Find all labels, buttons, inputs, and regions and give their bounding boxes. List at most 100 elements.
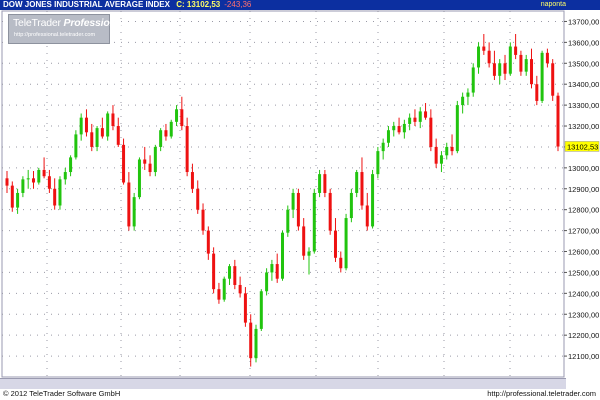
candle-body bbox=[487, 50, 491, 64]
candle-body bbox=[84, 117, 88, 133]
y-tick-label: 13600,00 bbox=[568, 38, 599, 47]
candle-body bbox=[5, 178, 9, 186]
last-price-label: 13102,53 bbox=[567, 142, 598, 151]
candle-body bbox=[535, 84, 539, 101]
candle-body bbox=[296, 192, 300, 227]
candle-body bbox=[164, 130, 168, 137]
candle-body bbox=[281, 232, 284, 279]
candle-body bbox=[545, 52, 549, 64]
candle-body bbox=[498, 63, 502, 76]
candle-body bbox=[386, 130, 390, 143]
candle-body bbox=[127, 182, 131, 227]
candle-body bbox=[355, 172, 359, 193]
candle-body bbox=[402, 123, 406, 133]
candle-body bbox=[360, 172, 364, 206]
candle-body bbox=[519, 54, 523, 72]
candle-body bbox=[69, 157, 73, 173]
candle-body bbox=[312, 192, 316, 252]
candle-body bbox=[344, 218, 348, 269]
candle-body bbox=[328, 192, 332, 231]
candle-body bbox=[243, 293, 247, 323]
candle-body bbox=[222, 278, 226, 300]
candle-body bbox=[275, 264, 279, 279]
candle-body bbox=[217, 289, 221, 300]
candle-body bbox=[514, 46, 518, 55]
candle-body bbox=[503, 63, 507, 74]
candle-body bbox=[238, 284, 242, 294]
candle-body bbox=[339, 257, 343, 269]
candle-body bbox=[233, 266, 237, 285]
candle-body bbox=[169, 121, 173, 137]
candle-body bbox=[477, 46, 481, 68]
candle-body bbox=[455, 105, 459, 152]
candle-body bbox=[471, 67, 475, 93]
y-tick-label: 12100,00 bbox=[568, 352, 599, 361]
candle-body bbox=[429, 117, 433, 147]
y-tick-label: 12800,00 bbox=[568, 206, 599, 215]
candle-body bbox=[53, 188, 57, 206]
y-tick-label: 12400,00 bbox=[568, 289, 599, 298]
y-tick-label: 12300,00 bbox=[568, 310, 599, 319]
candlestick-chart: 12100,00 12200,00 12300,00 12400,00 12500,00… bbox=[1, 10, 599, 388]
candle-body bbox=[307, 251, 311, 256]
candle-body bbox=[365, 205, 369, 227]
candle-body bbox=[508, 46, 512, 74]
candle-body bbox=[159, 130, 163, 147]
candle-body bbox=[270, 264, 274, 273]
candle-body bbox=[137, 159, 141, 198]
footer-link[interactable]: http://professional.teletrader.com bbox=[487, 389, 596, 398]
candle-body bbox=[111, 113, 115, 127]
y-tick-label: 12500,00 bbox=[568, 268, 599, 277]
copyright-text: © 2012 TeleTrader Software GmbH bbox=[3, 389, 121, 398]
candle-body bbox=[10, 185, 14, 208]
candle-body bbox=[212, 253, 216, 290]
candle-body bbox=[424, 111, 428, 118]
footer: © 2012 TeleTrader Software GmbH http://p… bbox=[0, 389, 600, 400]
candle-body bbox=[116, 126, 120, 145]
candle-body bbox=[397, 126, 401, 133]
candle-body bbox=[371, 174, 375, 227]
y-tick-label: 13300,00 bbox=[568, 101, 599, 110]
candle-body bbox=[148, 163, 152, 173]
chart-window: DOW JONES INDUSTRIAL AVERAGE INDEX C: 13… bbox=[0, 0, 600, 400]
candle-body bbox=[286, 209, 290, 233]
candle-body bbox=[318, 174, 322, 193]
logo-brand: TeleTrader Professional bbox=[13, 17, 125, 29]
candle-body bbox=[530, 59, 534, 85]
candle-body bbox=[47, 176, 51, 189]
y-tick-label: 13500,00 bbox=[568, 59, 599, 68]
candle-body bbox=[349, 192, 353, 219]
candle-body bbox=[16, 192, 20, 208]
candle-body bbox=[132, 197, 136, 227]
logo-url: http://professional.teletrader.com bbox=[14, 32, 96, 38]
candle-body bbox=[381, 142, 385, 152]
teletrader-logo: TeleTrader Professional http://professio… bbox=[8, 14, 124, 44]
candle-body bbox=[206, 230, 210, 254]
x-axis-bar bbox=[0, 378, 566, 389]
candle-body bbox=[26, 178, 30, 180]
candle-body bbox=[265, 272, 269, 292]
candle-body bbox=[153, 146, 157, 173]
candle-body bbox=[434, 146, 438, 164]
candle-body bbox=[540, 52, 544, 101]
candle-body bbox=[100, 128, 104, 137]
y-tick-label: 13400,00 bbox=[568, 80, 599, 89]
y-tick-label: 13700,00 bbox=[568, 17, 599, 26]
candle-body bbox=[143, 159, 147, 164]
candle-body bbox=[524, 59, 528, 72]
candle-body bbox=[323, 174, 327, 193]
candle-body bbox=[450, 146, 454, 152]
candle-body bbox=[376, 151, 380, 175]
candle-body bbox=[461, 96, 465, 106]
candle-body bbox=[249, 322, 253, 359]
candle-body bbox=[201, 209, 205, 231]
candle-body bbox=[21, 179, 25, 193]
candle-body bbox=[418, 111, 422, 122]
candle-body bbox=[74, 134, 78, 158]
candle-body bbox=[79, 117, 83, 135]
candle-body bbox=[185, 126, 189, 173]
candle-body bbox=[413, 117, 417, 122]
y-tick-label: 13200,00 bbox=[568, 122, 599, 131]
candle-body bbox=[95, 128, 99, 147]
candle-body bbox=[408, 117, 412, 124]
